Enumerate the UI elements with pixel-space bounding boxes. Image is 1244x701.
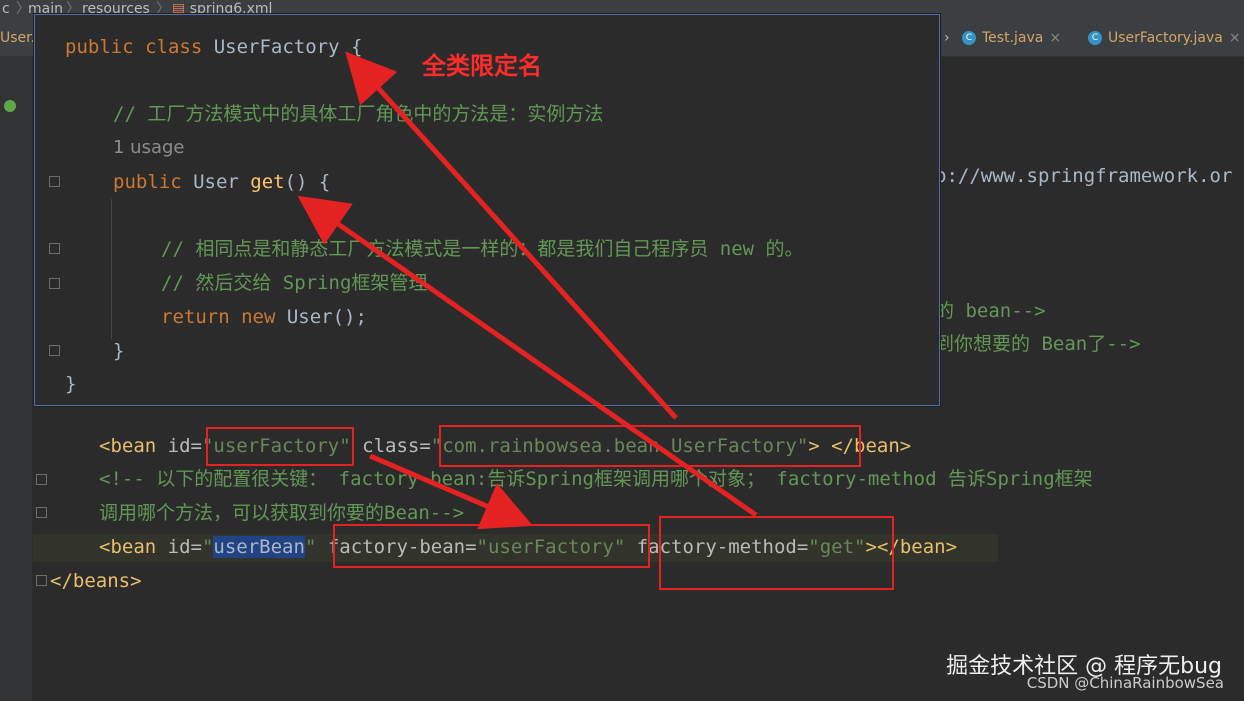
type: User [193, 171, 251, 193]
keyword: new [241, 306, 287, 328]
popup-line-class-decl: public class UserFactory { [65, 32, 362, 62]
class-name: UserFactory [213, 36, 340, 58]
code-fragment-comment: 的 bean--> [935, 300, 1046, 322]
usage-hint[interactable]: 1 usage [113, 133, 185, 163]
highlight-box-factory-bean [333, 524, 650, 568]
indent-guide [111, 199, 112, 339]
editor-gutter [0, 56, 32, 701]
fold-marker-icon[interactable] [49, 176, 60, 187]
fold-marker-icon[interactable] [36, 474, 47, 485]
fold-marker-icon[interactable] [36, 575, 47, 586]
fold-marker-icon[interactable] [49, 243, 60, 254]
constructor-call: User(); [286, 306, 367, 328]
popup-comment-2: // 相同点是和静态工厂方法模式是一样的：都是我们自己程序员 new 的。 [161, 238, 804, 260]
brace: { [339, 36, 363, 58]
keyword: return [161, 306, 242, 328]
popup-line-return: return new User(); [161, 302, 367, 332]
close-icon[interactable]: × [1229, 30, 1241, 46]
tab-test-label: Test.java [982, 30, 1044, 46]
java-class-icon: C [1088, 31, 1102, 45]
code-fragment-namespace: p://www.springframework.or [935, 165, 1233, 187]
highlight-box-userfactory-id [206, 427, 354, 466]
quote: " [201, 536, 214, 558]
annotation-label: 全类限定名 [422, 52, 542, 80]
keyword: public class [65, 36, 214, 58]
attr-id: id= [156, 536, 202, 558]
breadcrumb-item-c[interactable]: c [2, 0, 10, 18]
code-comment-line-1: <!-- 以下的配置很关键： factory-bean:告诉Spring框架调用… [99, 468, 1093, 490]
popup-comment-3: // 然后交给 Spring框架管理 [161, 272, 428, 294]
tag-bean: <bean [99, 435, 157, 457]
popup-brace: } [65, 373, 77, 395]
java-class-icon: C [962, 31, 976, 45]
close-icon[interactable]: × [1049, 30, 1061, 46]
popup-comment-1: // 工厂方法模式中的具体工厂角色中的方法是：实例方法 [113, 103, 604, 125]
tab-test-java[interactable]: C Test.java × [962, 30, 1061, 46]
code-comment-line-2: 调用哪个方法，可以获取到你要的Bean--> [99, 502, 465, 524]
attr-id: id= [156, 435, 202, 457]
quote: " [304, 536, 317, 558]
keyword: public [113, 171, 194, 193]
tab-userfactory-label: UserFactory.java [1108, 30, 1223, 46]
tab-userfactory-java[interactable]: C UserFactory.java × [1088, 30, 1241, 46]
fold-marker-icon[interactable] [49, 278, 60, 289]
selected-text-userbean[interactable]: userBean [213, 536, 305, 558]
paren: () { [284, 171, 331, 193]
spring-bean-icon[interactable] [4, 100, 16, 112]
highlight-box-class [439, 425, 861, 467]
method-name: get [250, 171, 285, 193]
watermark-csdn: CSDN @ChinaRainbowSea [1026, 674, 1224, 692]
tag-bean: <bean [99, 536, 157, 558]
tab-chevron-icon[interactable]: › [944, 30, 950, 46]
fold-marker-icon[interactable] [36, 507, 47, 518]
attr-class: class= [350, 435, 431, 457]
highlight-box-factory-method [659, 516, 894, 590]
code-line-close-beans: </beans> [50, 570, 142, 592]
fold-marker-icon[interactable] [49, 345, 60, 356]
code-fragment-comment: 到你想要的 Bean了--> [935, 333, 1141, 355]
popup-line-method-decl: public User get() { [113, 167, 330, 197]
popup-brace: } [113, 340, 125, 362]
